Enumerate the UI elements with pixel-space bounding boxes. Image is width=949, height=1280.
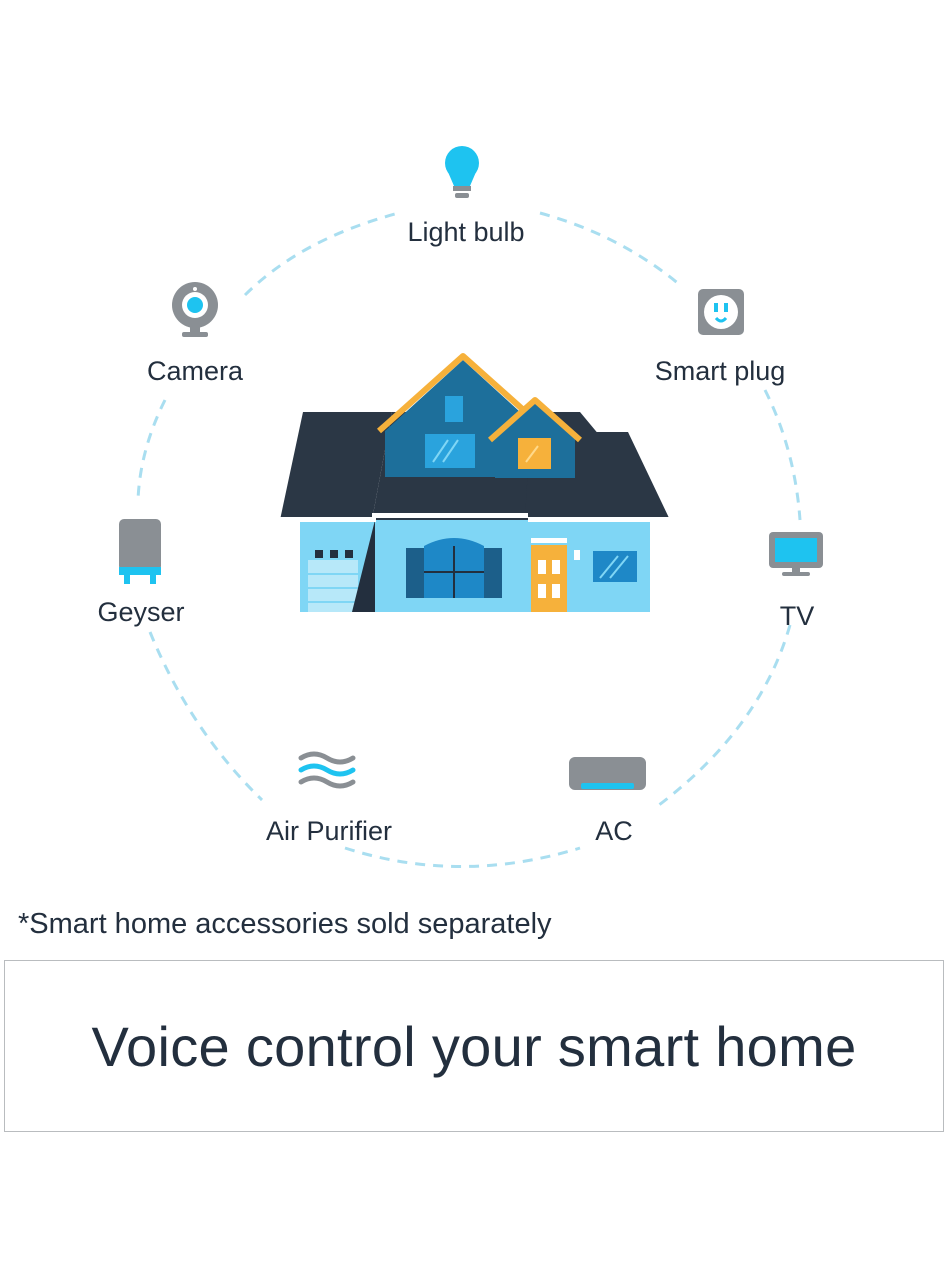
air-purifier-icon (298, 751, 356, 789)
smart-plug-icon (698, 289, 744, 335)
ring-arc-plug-to-tv (763, 389, 802, 521)
geyser-icon (119, 519, 161, 584)
ring-arc-tv-to-ac (654, 624, 792, 810)
smart-plug-label: Smart plug (654, 356, 786, 386)
air-purifier-label: Air Purifier (265, 816, 393, 846)
geyser-label: Geyser (97, 597, 185, 627)
ac-icon (569, 757, 646, 790)
house-illustration (280, 353, 670, 612)
ring-arc-camera-to-geyser (136, 399, 167, 501)
light-bulb-icon (445, 146, 479, 198)
headline: Voice control your smart home (91, 1014, 857, 1078)
accessories-footnote: *Smart home accessories sold separately (18, 908, 552, 940)
headline-banner: Voice control your smart home (4, 960, 944, 1132)
ring-arc-bulb-to-plug (539, 211, 681, 287)
tv-label: TV (779, 601, 815, 631)
ring-arc-camera-to-bulb (243, 212, 396, 297)
tv-icon (769, 532, 823, 576)
ac-label: AC (595, 816, 633, 846)
ring-arc-bottom (344, 846, 581, 868)
camera-icon (172, 282, 218, 337)
ring-arc-geyser-to-purifier (148, 631, 264, 802)
camera-label: Camera (146, 356, 244, 386)
light-bulb-label: Light bulb (407, 217, 525, 247)
